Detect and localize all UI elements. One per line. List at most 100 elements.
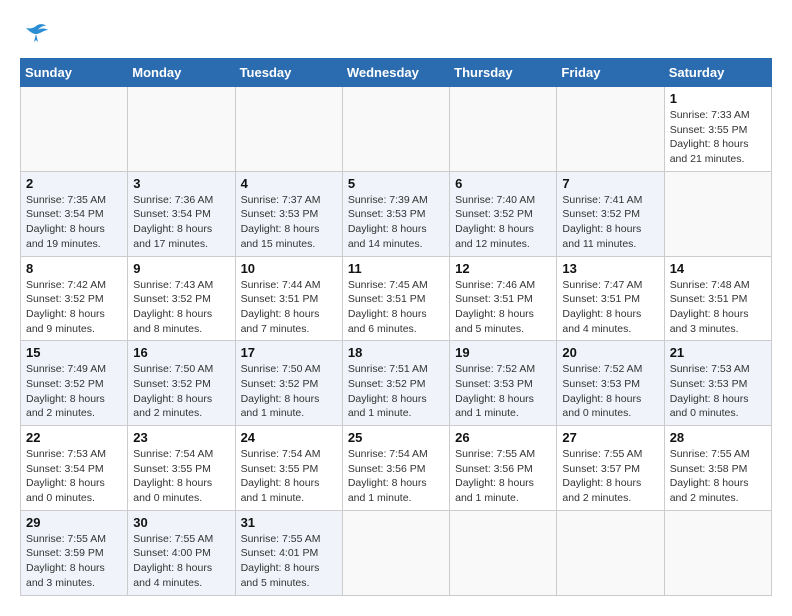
calendar-cell: 13 Sunrise: 7:47 AMSunset: 3:51 PMDaylig…	[557, 256, 664, 341]
day-number: 29	[26, 515, 122, 530]
calendar-cell: 4 Sunrise: 7:37 AMSunset: 3:53 PMDayligh…	[235, 171, 342, 256]
day-info: Sunrise: 7:53 AMSunset: 3:54 PMDaylight:…	[26, 447, 122, 506]
calendar-table: SundayMondayTuesdayWednesdayThursdayFrid…	[20, 58, 772, 596]
calendar-cell: 11 Sunrise: 7:45 AMSunset: 3:51 PMDaylig…	[342, 256, 449, 341]
weekday-header-thursday: Thursday	[450, 59, 557, 87]
day-number: 16	[133, 345, 229, 360]
day-number: 3	[133, 176, 229, 191]
calendar-cell: 15 Sunrise: 7:49 AMSunset: 3:52 PMDaylig…	[21, 341, 128, 426]
calendar-cell: 3 Sunrise: 7:36 AMSunset: 3:54 PMDayligh…	[128, 171, 235, 256]
day-info: Sunrise: 7:55 AMSunset: 3:56 PMDaylight:…	[455, 447, 551, 506]
calendar-cell: 7 Sunrise: 7:41 AMSunset: 3:52 PMDayligh…	[557, 171, 664, 256]
calendar-cell: 1 Sunrise: 7:33 AMSunset: 3:55 PMDayligh…	[664, 87, 771, 172]
weekday-header-monday: Monday	[128, 59, 235, 87]
calendar-cell	[128, 87, 235, 172]
day-number: 11	[348, 261, 444, 276]
calendar-cell	[557, 87, 664, 172]
day-info: Sunrise: 7:55 AMSunset: 4:00 PMDaylight:…	[133, 532, 229, 591]
calendar-cell: 21 Sunrise: 7:53 AMSunset: 3:53 PMDaylig…	[664, 341, 771, 426]
day-info: Sunrise: 7:54 AMSunset: 3:55 PMDaylight:…	[133, 447, 229, 506]
day-info: Sunrise: 7:52 AMSunset: 3:53 PMDaylight:…	[455, 362, 551, 421]
day-info: Sunrise: 7:42 AMSunset: 3:52 PMDaylight:…	[26, 278, 122, 337]
calendar-cell	[235, 87, 342, 172]
day-number: 9	[133, 261, 229, 276]
calendar-header-row: SundayMondayTuesdayWednesdayThursdayFrid…	[21, 59, 772, 87]
day-info: Sunrise: 7:50 AMSunset: 3:52 PMDaylight:…	[241, 362, 337, 421]
day-number: 13	[562, 261, 658, 276]
day-number: 26	[455, 430, 551, 445]
calendar-cell: 19 Sunrise: 7:52 AMSunset: 3:53 PMDaylig…	[450, 341, 557, 426]
day-info: Sunrise: 7:39 AMSunset: 3:53 PMDaylight:…	[348, 193, 444, 252]
calendar-cell: 2 Sunrise: 7:35 AMSunset: 3:54 PMDayligh…	[21, 171, 128, 256]
weekday-header-saturday: Saturday	[664, 59, 771, 87]
day-number: 12	[455, 261, 551, 276]
logo	[20, 20, 50, 48]
calendar-cell: 31 Sunrise: 7:55 AMSunset: 4:01 PMDaylig…	[235, 510, 342, 595]
day-number: 31	[241, 515, 337, 530]
calendar-cell: 16 Sunrise: 7:50 AMSunset: 3:52 PMDaylig…	[128, 341, 235, 426]
calendar-cell: 28 Sunrise: 7:55 AMSunset: 3:58 PMDaylig…	[664, 426, 771, 511]
day-number: 7	[562, 176, 658, 191]
day-info: Sunrise: 7:48 AMSunset: 3:51 PMDaylight:…	[670, 278, 766, 337]
calendar-cell: 20 Sunrise: 7:52 AMSunset: 3:53 PMDaylig…	[557, 341, 664, 426]
day-info: Sunrise: 7:55 AMSunset: 4:01 PMDaylight:…	[241, 532, 337, 591]
calendar-week-2: 2 Sunrise: 7:35 AMSunset: 3:54 PMDayligh…	[21, 171, 772, 256]
day-number: 14	[670, 261, 766, 276]
calendar-cell: 22 Sunrise: 7:53 AMSunset: 3:54 PMDaylig…	[21, 426, 128, 511]
calendar-cell: 30 Sunrise: 7:55 AMSunset: 4:00 PMDaylig…	[128, 510, 235, 595]
weekday-header-tuesday: Tuesday	[235, 59, 342, 87]
day-info: Sunrise: 7:45 AMSunset: 3:51 PMDaylight:…	[348, 278, 444, 337]
day-info: Sunrise: 7:50 AMSunset: 3:52 PMDaylight:…	[133, 362, 229, 421]
calendar-week-6: 29 Sunrise: 7:55 AMSunset: 3:59 PMDaylig…	[21, 510, 772, 595]
calendar-cell: 12 Sunrise: 7:46 AMSunset: 3:51 PMDaylig…	[450, 256, 557, 341]
day-info: Sunrise: 7:37 AMSunset: 3:53 PMDaylight:…	[241, 193, 337, 252]
calendar-cell: 25 Sunrise: 7:54 AMSunset: 3:56 PMDaylig…	[342, 426, 449, 511]
calendar-cell: 5 Sunrise: 7:39 AMSunset: 3:53 PMDayligh…	[342, 171, 449, 256]
calendar-cell: 8 Sunrise: 7:42 AMSunset: 3:52 PMDayligh…	[21, 256, 128, 341]
weekday-header-friday: Friday	[557, 59, 664, 87]
calendar-cell	[557, 510, 664, 595]
calendar-cell	[450, 87, 557, 172]
day-number: 1	[670, 91, 766, 106]
day-number: 2	[26, 176, 122, 191]
day-number: 28	[670, 430, 766, 445]
calendar-cell: 18 Sunrise: 7:51 AMSunset: 3:52 PMDaylig…	[342, 341, 449, 426]
day-number: 6	[455, 176, 551, 191]
day-number: 8	[26, 261, 122, 276]
day-number: 5	[348, 176, 444, 191]
calendar-cell: 9 Sunrise: 7:43 AMSunset: 3:52 PMDayligh…	[128, 256, 235, 341]
day-info: Sunrise: 7:36 AMSunset: 3:54 PMDaylight:…	[133, 193, 229, 252]
calendar-cell: 27 Sunrise: 7:55 AMSunset: 3:57 PMDaylig…	[557, 426, 664, 511]
calendar-week-5: 22 Sunrise: 7:53 AMSunset: 3:54 PMDaylig…	[21, 426, 772, 511]
day-info: Sunrise: 7:40 AMSunset: 3:52 PMDaylight:…	[455, 193, 551, 252]
calendar-cell: 17 Sunrise: 7:50 AMSunset: 3:52 PMDaylig…	[235, 341, 342, 426]
day-number: 18	[348, 345, 444, 360]
calendar-cell: 6 Sunrise: 7:40 AMSunset: 3:52 PMDayligh…	[450, 171, 557, 256]
logo-bird-icon	[22, 20, 50, 48]
day-info: Sunrise: 7:41 AMSunset: 3:52 PMDaylight:…	[562, 193, 658, 252]
day-number: 4	[241, 176, 337, 191]
calendar-cell: 29 Sunrise: 7:55 AMSunset: 3:59 PMDaylig…	[21, 510, 128, 595]
page-header	[20, 20, 772, 48]
day-info: Sunrise: 7:51 AMSunset: 3:52 PMDaylight:…	[348, 362, 444, 421]
day-info: Sunrise: 7:55 AMSunset: 3:57 PMDaylight:…	[562, 447, 658, 506]
day-number: 25	[348, 430, 444, 445]
calendar-cell: 24 Sunrise: 7:54 AMSunset: 3:55 PMDaylig…	[235, 426, 342, 511]
day-info: Sunrise: 7:44 AMSunset: 3:51 PMDaylight:…	[241, 278, 337, 337]
calendar-cell	[450, 510, 557, 595]
day-number: 17	[241, 345, 337, 360]
day-number: 23	[133, 430, 229, 445]
weekday-header-sunday: Sunday	[21, 59, 128, 87]
day-number: 10	[241, 261, 337, 276]
day-number: 22	[26, 430, 122, 445]
calendar-cell: 14 Sunrise: 7:48 AMSunset: 3:51 PMDaylig…	[664, 256, 771, 341]
day-info: Sunrise: 7:49 AMSunset: 3:52 PMDaylight:…	[26, 362, 122, 421]
calendar-week-4: 15 Sunrise: 7:49 AMSunset: 3:52 PMDaylig…	[21, 341, 772, 426]
day-number: 20	[562, 345, 658, 360]
day-number: 15	[26, 345, 122, 360]
calendar-week-3: 8 Sunrise: 7:42 AMSunset: 3:52 PMDayligh…	[21, 256, 772, 341]
calendar-cell: 10 Sunrise: 7:44 AMSunset: 3:51 PMDaylig…	[235, 256, 342, 341]
day-info: Sunrise: 7:54 AMSunset: 3:56 PMDaylight:…	[348, 447, 444, 506]
calendar-cell: 23 Sunrise: 7:54 AMSunset: 3:55 PMDaylig…	[128, 426, 235, 511]
day-number: 27	[562, 430, 658, 445]
